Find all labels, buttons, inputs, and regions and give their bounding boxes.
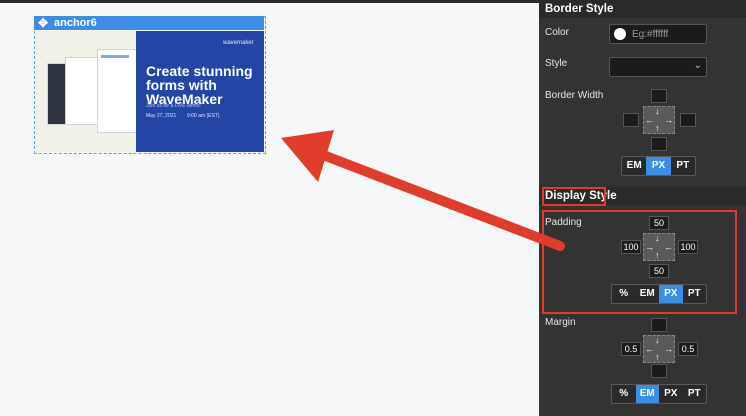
border-style-header[interactable]: Border Style (539, 0, 746, 18)
arrow-left-icon: ← (645, 115, 654, 125)
arrow-right-icon: → (664, 115, 673, 125)
border-width-top-input[interactable] (651, 89, 667, 103)
border-style-select[interactable]: ⌄ (609, 57, 707, 77)
border-width-box: ↓ ← → ↑ (643, 106, 675, 134)
margin-label: Margin (545, 317, 576, 328)
border-width-right-input[interactable] (680, 113, 696, 127)
move-icon[interactable]: ✥ (38, 16, 48, 30)
unit-em[interactable]: EM (635, 385, 659, 403)
arrow-up-icon: ↑ (655, 123, 660, 133)
unit-pt[interactable]: PT (683, 385, 707, 403)
unit-pt[interactable]: PT (671, 157, 695, 175)
style-label: Style (545, 58, 568, 69)
padding-highlight (542, 210, 737, 314)
arrow-right-icon: → (664, 344, 673, 354)
anchor-widget-tag[interactable]: ✥ anchor6 (34, 16, 264, 30)
arrow-down-icon: ↓ (655, 335, 660, 345)
anchor-selection-box[interactable] (34, 16, 266, 154)
margin-top-input[interactable] (651, 318, 667, 332)
color-placeholder: Eg:#ffffff (632, 29, 669, 40)
margin-left-input[interactable]: 0.5 (621, 342, 641, 356)
arrow-down-icon: ↓ (655, 106, 660, 116)
margin-box: ↓ ← → ↑ (643, 335, 675, 363)
border-width-bottom-input[interactable] (651, 137, 667, 151)
unit-px[interactable]: PX (646, 157, 671, 175)
chevron-down-icon: ⌄ (693, 60, 702, 71)
margin-right-input[interactable]: 0.5 (678, 342, 698, 356)
border-unit-toggle: EM PX PT (621, 156, 696, 176)
color-label: Color (545, 27, 569, 38)
margin-unit-toggle: % EM PX PT (611, 384, 707, 404)
border-width-left-input[interactable] (623, 113, 639, 127)
color-field[interactable]: Eg:#ffffff (609, 24, 707, 44)
margin-bottom-input[interactable] (651, 364, 667, 378)
unit-em[interactable]: EM (622, 157, 646, 175)
arrow-up-icon: ↑ (655, 352, 660, 362)
color-swatch[interactable] (614, 28, 626, 40)
arrow-left-icon: ← (645, 344, 654, 354)
border-width-label: Border Width (545, 90, 604, 101)
display-style-highlight (542, 187, 606, 206)
unit-px[interactable]: PX (659, 385, 683, 403)
properties-panel: Border Style Color Eg:#ffffff Style ⌄ Bo… (539, 0, 746, 416)
anchor-name: anchor6 (54, 17, 97, 29)
unit-percent[interactable]: % (612, 385, 636, 403)
